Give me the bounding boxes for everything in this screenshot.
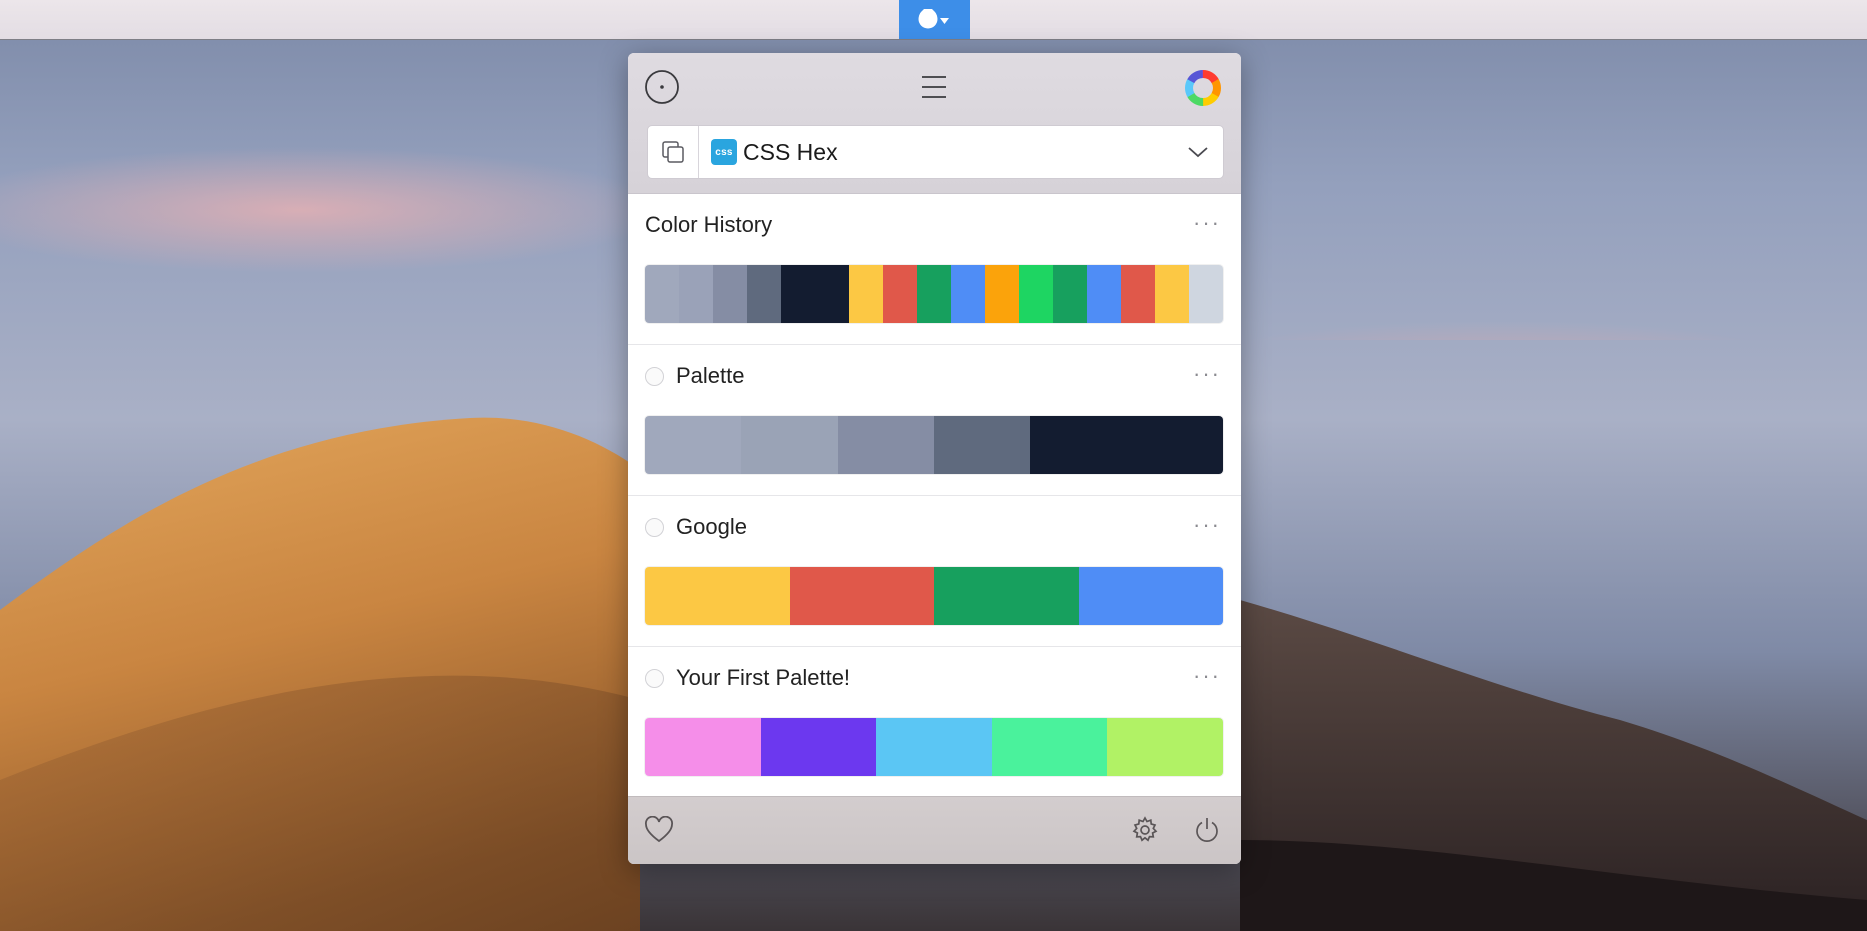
favorite-button[interactable] bbox=[642, 813, 676, 847]
section-your-first-palette: Your First Palette! ··· bbox=[628, 647, 1241, 797]
color-swatch[interactable] bbox=[747, 265, 781, 323]
eyedropper-app-icon bbox=[918, 8, 949, 28]
heart-icon bbox=[645, 816, 673, 843]
swatch-strip bbox=[644, 717, 1224, 777]
color-swatch[interactable] bbox=[985, 265, 1019, 323]
power-icon bbox=[1196, 818, 1218, 843]
css-format-icon: css bbox=[711, 139, 737, 165]
section-title: Google bbox=[676, 514, 747, 539]
color-picker-button[interactable] bbox=[644, 69, 680, 105]
swatch-strip bbox=[644, 264, 1224, 324]
color-swatch[interactable] bbox=[1019, 265, 1053, 323]
color-swatch[interactable] bbox=[1121, 265, 1155, 323]
color-swatch[interactable] bbox=[1053, 265, 1087, 323]
color-swatch[interactable] bbox=[645, 265, 679, 323]
color-wheel-icon bbox=[1185, 70, 1221, 106]
power-button[interactable] bbox=[1190, 813, 1224, 847]
color-swatch[interactable] bbox=[645, 718, 761, 776]
section-title: Your First Palette! bbox=[676, 665, 851, 690]
panel-footer bbox=[628, 796, 1241, 864]
format-label: CSS Hex bbox=[743, 139, 838, 165]
color-swatch[interactable] bbox=[760, 718, 877, 776]
color-swatch[interactable] bbox=[781, 265, 849, 323]
color-swatch[interactable] bbox=[1155, 265, 1189, 323]
color-swatch[interactable] bbox=[679, 265, 713, 323]
color-swatch[interactable] bbox=[789, 567, 934, 625]
color-swatch[interactable] bbox=[883, 265, 917, 323]
menubar-app-button[interactable] bbox=[899, 0, 970, 39]
section-google: Google ··· bbox=[628, 496, 1241, 647]
copy-icon bbox=[662, 141, 684, 163]
color-swatch[interactable] bbox=[951, 265, 985, 323]
panel-header: css CSS Hex bbox=[628, 53, 1241, 194]
color-swatch[interactable] bbox=[1107, 718, 1223, 776]
menu-bar bbox=[0, 0, 1867, 40]
section-palette: Palette ··· bbox=[628, 345, 1241, 496]
color-swatch[interactable] bbox=[917, 265, 951, 323]
color-swatch[interactable] bbox=[645, 416, 742, 474]
copy-button[interactable] bbox=[648, 126, 699, 178]
more-options-button[interactable]: ··· bbox=[1193, 363, 1221, 385]
settings-button[interactable] bbox=[1128, 813, 1162, 847]
more-options-button[interactable]: ··· bbox=[1193, 514, 1221, 536]
more-options-button[interactable]: ··· bbox=[1193, 665, 1221, 687]
format-selector: css CSS Hex bbox=[647, 125, 1224, 179]
color-popover: css CSS Hex Color History ··· Palette ··… bbox=[628, 53, 1241, 864]
color-swatch[interactable] bbox=[837, 416, 934, 474]
swatch-strip bbox=[644, 566, 1224, 626]
color-swatch[interactable] bbox=[1189, 265, 1223, 323]
color-wheel-button[interactable] bbox=[1184, 69, 1222, 107]
section-title: Palette bbox=[676, 363, 745, 388]
color-picker-icon bbox=[645, 70, 679, 104]
hamburger-menu-icon bbox=[922, 76, 946, 98]
color-swatch[interactable] bbox=[933, 416, 1031, 474]
color-swatch[interactable] bbox=[849, 265, 883, 323]
color-swatch[interactable] bbox=[1087, 265, 1121, 323]
chevron-down-icon bbox=[1188, 147, 1208, 158]
palette-radio[interactable] bbox=[645, 669, 664, 688]
menu-button[interactable] bbox=[918, 71, 950, 103]
palette-radio[interactable] bbox=[645, 518, 664, 537]
color-swatch[interactable] bbox=[645, 567, 790, 625]
format-dropdown[interactable]: css CSS Hex bbox=[699, 126, 1223, 178]
section-color-history: Color History ··· bbox=[628, 194, 1241, 345]
swatch-strip bbox=[644, 415, 1224, 475]
gear-icon bbox=[1132, 816, 1158, 842]
color-swatch[interactable] bbox=[934, 567, 1079, 625]
more-options-button[interactable]: ··· bbox=[1193, 212, 1221, 234]
color-swatch[interactable] bbox=[741, 416, 838, 474]
color-swatch[interactable] bbox=[991, 718, 1108, 776]
color-swatch[interactable] bbox=[1030, 416, 1223, 474]
section-title: Color History bbox=[645, 212, 773, 237]
palette-radio[interactable] bbox=[645, 367, 664, 386]
color-swatch[interactable] bbox=[876, 718, 992, 776]
color-swatch[interactable] bbox=[1078, 567, 1223, 625]
color-swatch[interactable] bbox=[713, 265, 747, 323]
